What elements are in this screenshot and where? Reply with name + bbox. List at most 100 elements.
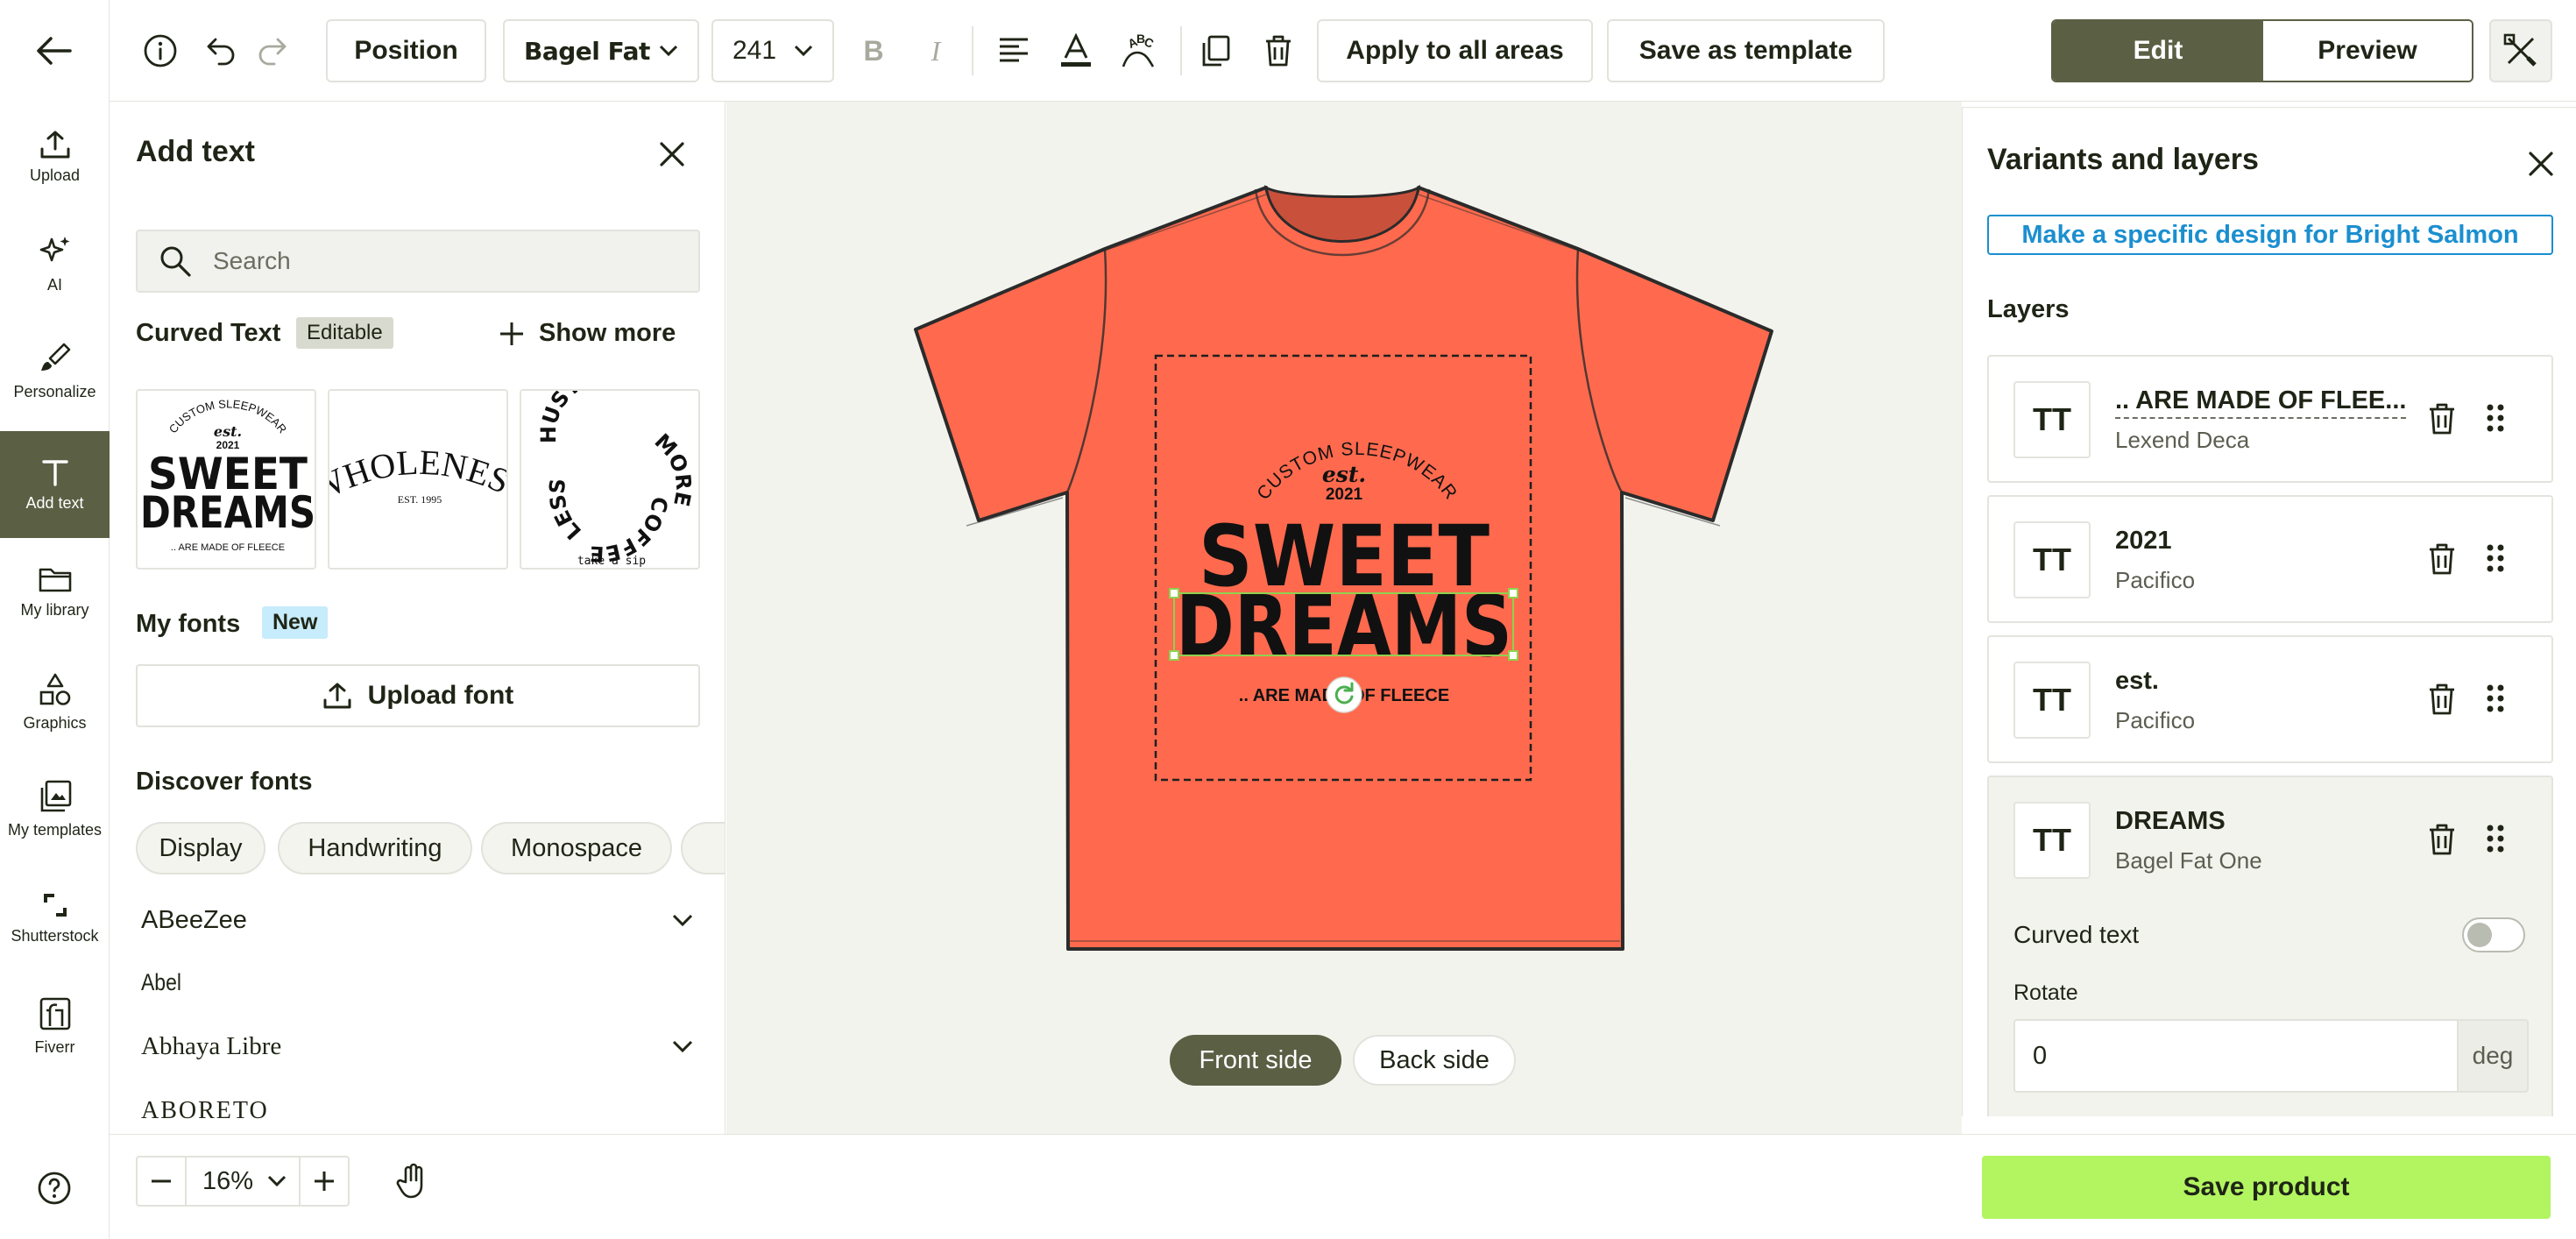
folder-icon (38, 564, 73, 594)
rotate-field[interactable]: 0 (2013, 1019, 2457, 1093)
save-as-template-button[interactable]: Save as template (1607, 19, 1885, 82)
trash-icon[interactable] (2427, 823, 2462, 858)
save-product-button[interactable]: Save product (1982, 1156, 2551, 1219)
rail-item-my-templates[interactable]: My templates (0, 755, 110, 862)
rail-item-personalize[interactable]: Personalize (0, 317, 110, 424)
specific-design-button[interactable]: Make a specific design for Bright Salmon (1987, 215, 2553, 255)
card-arc-text: WHOLENESS (329, 391, 508, 510)
rail-item-ai[interactable]: AI (0, 210, 110, 317)
panel-title: Add text (136, 135, 255, 168)
layer-item-selected[interactable]: TT DREAMS Bagel Fat One Curved text Rota… (1987, 775, 2553, 1116)
text-color-icon[interactable] (1057, 32, 1095, 70)
toolbar-divider (972, 26, 973, 75)
close-icon[interactable] (655, 137, 690, 172)
design-est-text[interactable]: est. (1322, 462, 1366, 487)
chip-monospace[interactable]: Monospace (481, 822, 672, 874)
info-icon[interactable] (141, 32, 180, 70)
resize-handle[interactable] (1169, 650, 1179, 661)
design-year-text[interactable]: 2021 (1326, 485, 1363, 504)
drag-handle-icon[interactable] (2485, 542, 2520, 577)
card-sub-text: take a sip (577, 555, 646, 568)
font-size-select[interactable]: 241 (711, 19, 834, 82)
show-more-label: Show more (539, 319, 676, 347)
front-side-button[interactable]: Front side (1170, 1035, 1341, 1086)
duplicate-icon[interactable] (1196, 32, 1235, 70)
align-left-icon[interactable] (994, 32, 1033, 70)
bold-icon[interactable]: B (854, 32, 893, 70)
plus-icon (313, 1170, 336, 1193)
back-side-button[interactable]: Back side (1353, 1035, 1516, 1086)
zoom-in-button[interactable] (299, 1158, 348, 1205)
bottom-bar: 16% Save product (110, 1134, 2576, 1239)
resize-handle[interactable] (1508, 650, 1518, 661)
add-text-panel: Add text Curved Text Editable Show more … (110, 102, 725, 1134)
svg-text:I: I (931, 36, 942, 66)
layer-item[interactable]: TT 2021 Pacifico (1987, 495, 2553, 623)
layer-name[interactable]: .. ARE MADE OF FLEE... (2115, 386, 2407, 419)
rail-item-upload[interactable]: Upload (0, 103, 110, 210)
chevron-down-icon[interactable] (672, 1040, 693, 1054)
curved-text-card-hustle[interactable]: HUSTLE MORE COFFEE LESS take a sip (520, 389, 700, 570)
undo-icon[interactable] (202, 32, 241, 70)
curved-text-icon[interactable]: ABC (1120, 32, 1158, 70)
resize-handle[interactable] (1508, 588, 1518, 598)
top-toolbar: Position Bagel Fat 241 B I ABC Apply to … (110, 0, 2576, 102)
chip-handwriting[interactable]: Handwriting (278, 822, 472, 874)
font-name: Abhaya Libre (141, 1032, 282, 1060)
italic-icon[interactable]: I (916, 32, 955, 70)
rail-label: Upload (29, 166, 81, 184)
rotate-value: 0 (2033, 1041, 2048, 1070)
resize-handle[interactable] (1169, 588, 1179, 598)
tools-button[interactable] (2489, 19, 2552, 82)
hand-tool-icon[interactable] (395, 1163, 430, 1204)
redo-icon[interactable] (252, 32, 291, 70)
drag-handle-icon[interactable] (2485, 823, 2520, 858)
zoom-select[interactable]: 16% (187, 1158, 299, 1205)
rail-item-add-text[interactable]: Add text (0, 431, 110, 538)
rotate-handle-icon[interactable] (1326, 676, 1362, 713)
search-input[interactable] (213, 247, 669, 275)
drag-handle-icon[interactable] (2485, 683, 2520, 718)
rail-item-graphics[interactable]: Graphics (0, 648, 110, 755)
show-more-button[interactable]: Show more (499, 319, 676, 348)
font-item-abhaya-libre[interactable]: Abhaya Libre (141, 1032, 693, 1061)
help-icon[interactable] (37, 1171, 72, 1206)
curved-text-card-sweet-dreams[interactable]: CUSTOM SLEEPWEAR est. 2021 SWEET DREAMS … (136, 389, 316, 570)
font-item-abel[interactable]: Abel (141, 969, 693, 996)
close-icon[interactable] (2523, 146, 2558, 181)
zoom-out-button[interactable] (138, 1158, 187, 1205)
layer-item[interactable]: TT est. Pacifico (1987, 635, 2553, 763)
text-t-icon (40, 457, 70, 487)
trash-icon[interactable] (2427, 542, 2462, 577)
trash-icon[interactable] (2427, 402, 2462, 437)
curved-text-toggle[interactable] (2462, 917, 2525, 952)
font-item-aboreto[interactable]: ABORETO (141, 1097, 693, 1125)
layer-font: Bagel Fat One (2115, 847, 2262, 874)
back-arrow-icon[interactable] (33, 33, 75, 68)
rail-item-fiverr[interactable]: Fiverr (0, 973, 110, 1080)
drag-handle-icon[interactable] (2485, 402, 2520, 437)
trash-icon[interactable] (1259, 32, 1298, 70)
curved-text-card-wholeness[interactable]: WHOLENESS EST. 1995 (328, 389, 508, 570)
rail-label: Shutterstock (11, 927, 99, 945)
chip-display[interactable]: Display (136, 822, 265, 874)
minus-icon (150, 1170, 173, 1193)
discover-fonts-heading: Discover fonts (136, 768, 313, 796)
font-family-select[interactable]: Bagel Fat (503, 19, 699, 82)
font-item-abeezee[interactable]: ABeeZee (141, 906, 693, 935)
layer-item[interactable]: TT .. ARE MADE OF FLEE... Lexend Deca (1987, 355, 2553, 483)
trash-icon[interactable] (2427, 683, 2462, 718)
design-canvas[interactable]: CUSTOM SLEEPWEAR est. 2021 SWEET DREAMS … (726, 102, 1962, 1134)
design-line2-text[interactable]: DREAMS (1176, 577, 1512, 676)
rail-item-my-library[interactable]: My library (0, 538, 110, 645)
chevron-down-icon[interactable] (672, 914, 693, 928)
chip-more[interactable] (681, 822, 725, 874)
edit-tab[interactable]: Edit (2053, 21, 2263, 81)
apply-to-all-areas-button[interactable]: Apply to all areas (1317, 19, 1593, 82)
preview-tab[interactable]: Preview (2263, 21, 2472, 81)
rail-item-shutterstock[interactable]: Shutterstock (0, 864, 110, 971)
rail-label: Fiverr (34, 1038, 75, 1056)
position-button[interactable]: Position (326, 19, 486, 82)
card-word-text: LESS (545, 478, 586, 544)
upload-font-button[interactable]: Upload font (136, 664, 700, 727)
